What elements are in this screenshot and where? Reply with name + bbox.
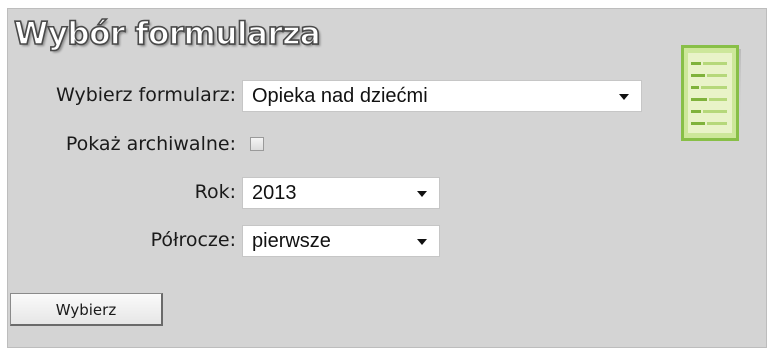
year-label: Rok:	[194, 181, 236, 203]
select-form-button-label: Wybierz	[55, 301, 117, 319]
select-form-button[interactable]: Wybierz	[10, 293, 163, 326]
half-year-value: pierwsze	[252, 230, 331, 252]
show-archived-label: Pokaż archiwalne:	[65, 133, 236, 155]
panel-title: Wybór formularza	[13, 15, 321, 53]
half-year-label: Półrocze:	[150, 229, 236, 251]
show-archived-checkbox[interactable]	[250, 137, 264, 151]
document-form-icon	[681, 45, 743, 145]
chevron-down-icon	[619, 94, 629, 100]
form-type-select[interactable]: Opieka nad dziećmi	[242, 80, 642, 112]
form-selection-panel: Wybór formularza Wybierz formularz: Opie…	[7, 8, 767, 348]
year-select[interactable]: 2013	[242, 177, 440, 209]
chevron-down-icon	[417, 191, 427, 197]
chevron-down-icon	[417, 239, 427, 245]
form-type-label: Wybierz formularz:	[56, 84, 236, 106]
year-value: 2013	[252, 182, 297, 204]
half-year-select[interactable]: pierwsze	[242, 225, 440, 257]
form-type-value: Opieka nad dziećmi	[252, 85, 428, 107]
